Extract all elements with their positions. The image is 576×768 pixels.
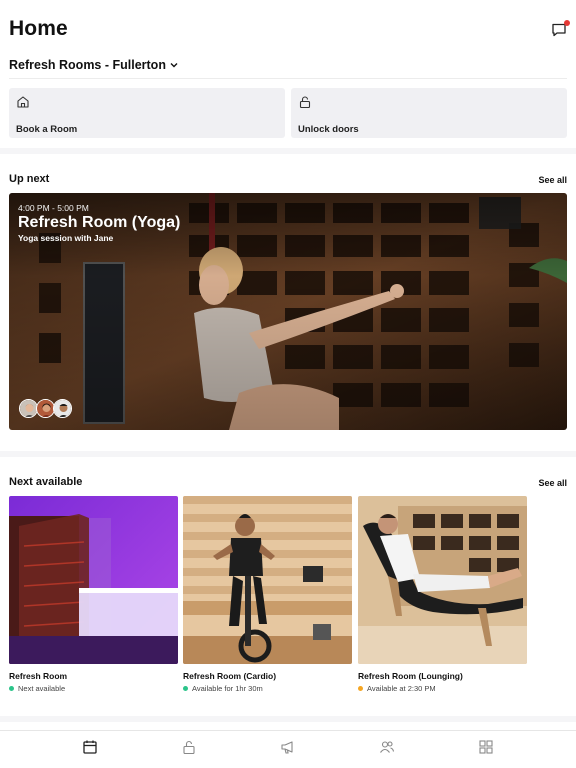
- tab-people[interactable]: [379, 739, 395, 755]
- tab-more[interactable]: [478, 739, 494, 755]
- room-status: Available at 2:30 PM: [358, 684, 436, 693]
- unlock-icon: [299, 96, 311, 109]
- up-next-title: Up next: [9, 173, 50, 185]
- status-dot: [358, 686, 363, 691]
- chevron-down-icon: [170, 63, 178, 68]
- notification-dot: [564, 20, 570, 26]
- room-card-refresh-room[interactable]: Refresh Room Next available: [9, 496, 178, 693]
- session-subtitle: Yoga session with Jane: [18, 233, 114, 243]
- header: Home: [0, 0, 576, 50]
- room-status: Available for 1hr 30m: [183, 684, 263, 693]
- section-separator: [0, 148, 576, 154]
- messages-button[interactable]: [551, 20, 570, 40]
- unlock-doors-button[interactable]: Unlock doors: [291, 88, 567, 138]
- room-card-cardio[interactable]: Refresh Room (Cardio) Available for 1hr …: [183, 496, 352, 693]
- megaphone-icon: [281, 741, 293, 754]
- attendee-avatars[interactable]: [19, 399, 72, 418]
- unlock-icon: [183, 740, 195, 755]
- location-selector[interactable]: Refresh Rooms - Fullerton: [9, 58, 179, 72]
- status-dot: [183, 686, 188, 691]
- book-room-button[interactable]: Book a Room: [9, 88, 285, 138]
- calendar-icon: [83, 740, 97, 754]
- home-icon: [17, 96, 29, 108]
- tab-unlock[interactable]: [181, 739, 197, 755]
- people-icon: [380, 741, 395, 753]
- session-room-title: Refresh Room (Yoga): [18, 214, 181, 231]
- unlock-doors-label: Unlock doors: [298, 124, 359, 135]
- lounging-room-image: [358, 496, 527, 664]
- book-room-label: Book a Room: [16, 124, 78, 135]
- room-card-lounging[interactable]: Refresh Room (Lounging) Available at 2:3…: [358, 496, 527, 693]
- divider: [9, 78, 567, 79]
- room-status-text: Next available: [18, 684, 66, 693]
- room-status: Next available: [9, 684, 65, 693]
- section-separator: [0, 716, 576, 722]
- location-name: Refresh Rooms - Fullerton: [9, 58, 166, 72]
- room-name: Refresh Room (Cardio): [183, 671, 277, 681]
- grid-icon: [479, 740, 493, 754]
- tab-announcements[interactable]: [280, 739, 296, 755]
- room-name: Refresh Room: [9, 671, 68, 681]
- next-available-title: Next available: [9, 476, 83, 488]
- status-dot: [9, 686, 14, 691]
- room-name: Refresh Room (Lounging): [358, 671, 463, 681]
- up-next-see-all[interactable]: See all: [538, 175, 567, 185]
- cardio-room-image: [183, 496, 352, 664]
- room-status-text: Available at 2:30 PM: [367, 684, 436, 693]
- section-separator: [0, 451, 576, 457]
- avatar: [53, 399, 72, 418]
- up-next-card[interactable]: 4:00 PM - 5:00 PM Refresh Room (Yoga) Yo…: [9, 193, 567, 430]
- room-status-text: Available for 1hr 30m: [192, 684, 263, 693]
- page-title: Home: [9, 17, 68, 40]
- next-available-see-all[interactable]: See all: [538, 478, 567, 488]
- sauna-room-image: [9, 496, 178, 664]
- tab-bar: [0, 730, 576, 768]
- tab-calendar[interactable]: [82, 739, 98, 755]
- session-time: 4:00 PM - 5:00 PM: [18, 203, 89, 213]
